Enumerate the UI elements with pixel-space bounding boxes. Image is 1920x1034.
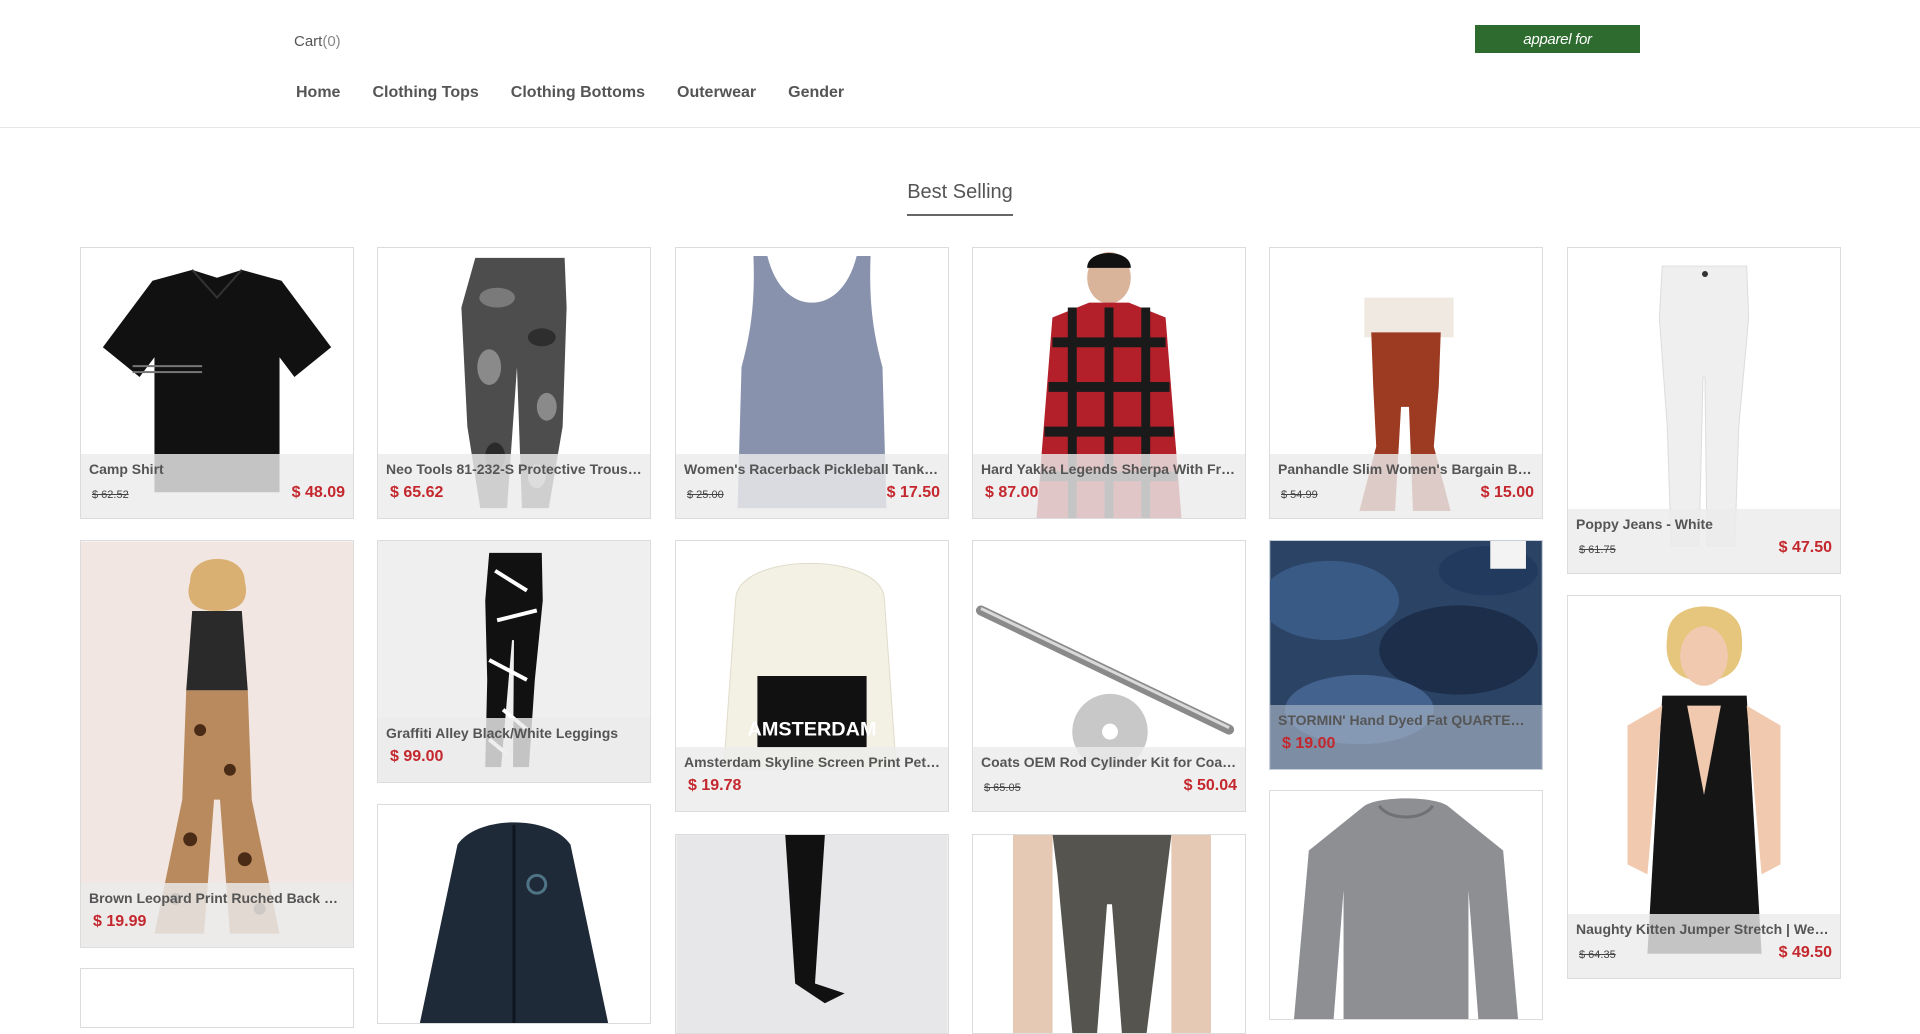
product-name[interactable]: Amsterdam Skyline Screen Print Pet Hoodi… <box>684 753 940 771</box>
product-name[interactable]: Poppy Jeans - White <box>1576 515 1832 533</box>
black-jacket-image <box>419 822 609 1023</box>
nav-clothing-tops[interactable]: Clothing Tops <box>356 84 494 102</box>
product-price: $ 19.78 <box>688 777 742 794</box>
product-info: Hard Yakka Legends Sherpa With Front Poc… <box>973 454 1245 518</box>
product-price: $ 49.50 <box>1778 944 1832 961</box>
amsterdam-print-text: AMSTERDAM <box>748 719 877 741</box>
product-price: $ 65.62 <box>390 484 444 501</box>
section-title-text: Best Selling <box>907 181 1013 216</box>
product-price: $ 19.99 <box>93 913 147 930</box>
product-card-naughty-kitten[interactable]: Naughty Kitten Jumper Stretch | Wet Look… <box>1567 595 1841 979</box>
product-card-hard-yakka-sherpa[interactable]: Hard Yakka Legends Sherpa With Front Poc… <box>972 247 1246 519</box>
product-info: Graffiti Alley Black/White Leggings $ 99… <box>378 718 650 782</box>
product-info: Camp Shirt $ 62.52 $ 48.09 <box>81 454 353 518</box>
product-image-placeholder <box>81 969 353 1027</box>
product-name[interactable]: Coats OEM Rod Cylinder Kit for Coats Tir… <box>981 753 1237 771</box>
product-card-black-jacket[interactable] <box>377 804 651 1024</box>
nav-outerwear[interactable]: Outerwear <box>661 84 772 102</box>
product-card-amsterdam-hoodie[interactable]: AMSTERDAM Amsterdam Skyline Screen Print… <box>675 540 949 812</box>
product-card-leopard-flares[interactable]: Brown Leopard Print Ruched Back Flares $… <box>80 540 354 948</box>
product-info: Poppy Jeans - White $ 61.75 $ 47.50 <box>1568 509 1840 573</box>
cart-count[interactable]: (0) <box>322 33 340 50</box>
product-card-graffiti-leggings[interactable]: Graffiti Alley Black/White Leggings $ 99… <box>377 540 651 783</box>
product-card-racerback-tank[interactable]: Women's Racerback Pickleball Tank Top $ … <box>675 247 949 519</box>
product-price: $ 99.00 <box>390 748 444 765</box>
product-name[interactable]: Graffiti Alley Black/White Leggings <box>386 724 642 742</box>
product-old-price: $ 65.05 <box>984 782 1021 794</box>
product-card-neo-tools-trousers[interactable]: Neo Tools 81-232-S Protective Trousers $… <box>377 247 651 519</box>
product-name[interactable]: STORMIN' Hand Dyed Fat QUARTER Fabric <box>1278 711 1534 729</box>
product-old-price: $ 64.35 <box>1579 949 1616 961</box>
product-card-bell-bottoms[interactable]: Panhandle Slim Women's Bargain Bell Bott… <box>1269 247 1543 519</box>
product-info: Panhandle Slim Women's Bargain Bell Bott… <box>1270 454 1542 518</box>
product-card-poppy-jeans[interactable]: Poppy Jeans - White $ 61.75 $ 47.50 <box>1567 247 1841 574</box>
product-card-gray-longsleeve[interactable] <box>1269 790 1543 1020</box>
black-pants-image <box>676 835 948 1033</box>
gray-longsleeve-image <box>1293 798 1519 1019</box>
product-name[interactable]: Brown Leopard Print Ruched Back Flares <box>89 889 345 907</box>
nav-gender[interactable]: Gender <box>772 84 860 102</box>
store-logo[interactable]: apparel for <box>1475 25 1640 53</box>
product-price: $ 48.09 <box>291 484 345 501</box>
nav-clothing-bottoms[interactable]: Clothing Bottoms <box>495 84 661 102</box>
best-selling-heading: Best Selling <box>0 181 1920 216</box>
cart-label[interactable]: Cart <box>294 33 322 50</box>
product-price: $ 15.00 <box>1480 484 1534 501</box>
product-card-camp-shirt[interactable]: Camp Shirt $ 62.52 $ 48.09 <box>80 247 354 519</box>
product-info: Women's Racerback Pickleball Tank Top $ … <box>676 454 948 518</box>
product-price: $ 47.50 <box>1778 539 1832 556</box>
product-price: $ 17.50 <box>886 484 940 501</box>
product-card-black-pants[interactable] <box>675 834 949 1034</box>
product-info: STORMIN' Hand Dyed Fat QUARTER Fabric $ … <box>1270 705 1542 769</box>
product-name[interactable]: Camp Shirt <box>89 460 345 478</box>
product-card-gray-leggings[interactable] <box>972 834 1246 1034</box>
product-name[interactable]: Hard Yakka Legends Sherpa With Front Poc… <box>981 460 1237 478</box>
cart-link[interactable]: Cart(0) <box>294 33 341 50</box>
product-price: $ 19.00 <box>1282 735 1336 752</box>
nav-home[interactable]: Home <box>280 84 356 102</box>
product-price: $ 87.00 <box>985 484 1039 501</box>
logo-text[interactable]: apparel for <box>1523 31 1592 48</box>
product-name[interactable]: Naughty Kitten Jumper Stretch | Wet Look <box>1576 920 1832 938</box>
product-card-coats-rod-kit[interactable]: Coats OEM Rod Cylinder Kit for Coats Tir… <box>972 540 1246 812</box>
product-name[interactable]: Neo Tools 81-232-S Protective Trousers <box>386 460 642 478</box>
product-info: Coats OEM Rod Cylinder Kit for Coats Tir… <box>973 747 1245 811</box>
gray-leggings-image <box>1012 835 1211 1033</box>
product-name[interactable]: Panhandle Slim Women's Bargain Bell Bott… <box>1278 460 1534 478</box>
product-info: Amsterdam Skyline Screen Print Pet Hoodi… <box>676 747 948 811</box>
product-name[interactable]: Women's Racerback Pickleball Tank Top <box>684 460 940 478</box>
main-nav: Home Clothing Tops Clothing Bottoms Oute… <box>280 84 860 102</box>
site-header: Cart(0) Home Clothing Tops Clothing Bott… <box>0 0 1920 128</box>
product-card-stormin-fabric[interactable]: STORMIN' Hand Dyed Fat QUARTER Fabric $ … <box>1269 540 1543 770</box>
product-old-price: $ 25.00 <box>687 489 724 501</box>
product-old-price: $ 62.52 <box>92 489 129 501</box>
product-info: Naughty Kitten Jumper Stretch | Wet Look… <box>1568 914 1840 978</box>
product-old-price: $ 54.99 <box>1281 489 1318 501</box>
product-info: Brown Leopard Print Ruched Back Flares $… <box>81 883 353 947</box>
product-card-partial[interactable] <box>80 968 354 1028</box>
product-info: Neo Tools 81-232-S Protective Trousers $… <box>378 454 650 518</box>
product-old-price: $ 61.75 <box>1579 544 1616 556</box>
product-price: $ 50.04 <box>1183 777 1237 794</box>
